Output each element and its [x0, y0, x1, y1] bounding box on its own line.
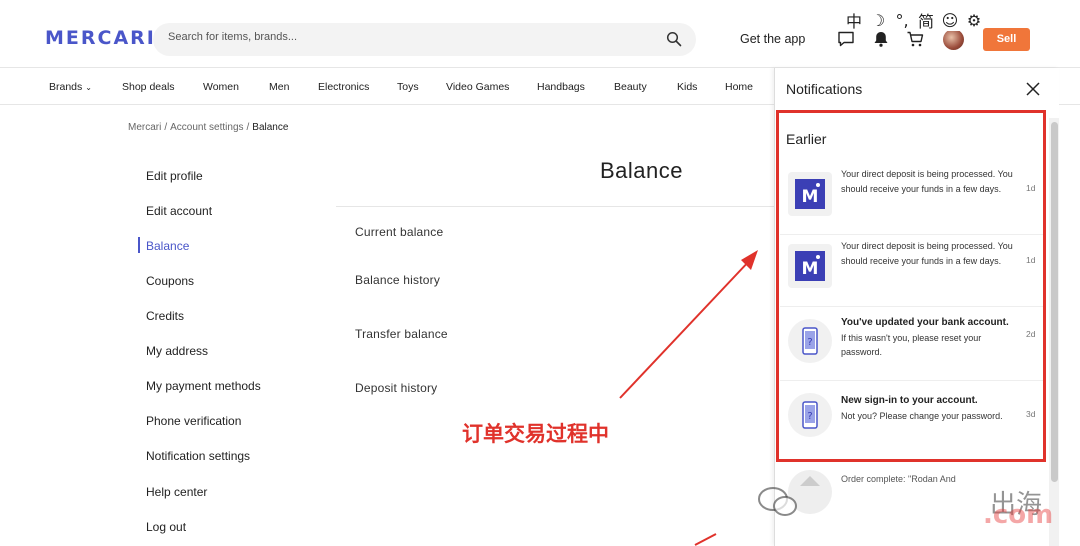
section-earlier: Earlier [786, 131, 827, 147]
category-toys[interactable]: Toys [397, 81, 419, 93]
moon-icon[interactable]: ☽ [869, 11, 887, 30]
scrollbar[interactable] [1049, 118, 1059, 546]
svg-text:M: M [802, 187, 819, 207]
mercari-logo-icon: M [788, 172, 832, 216]
sidebar-item-notification-settings[interactable]: Notification settings [146, 449, 250, 463]
row-current-balance[interactable]: Current balance [355, 225, 443, 239]
category-women[interactable]: Women [203, 81, 239, 93]
notification-item[interactable]: M Your direct deposit is being processed… [780, 235, 1045, 307]
gear-icon[interactable]: ⚙ [965, 11, 983, 30]
punctuation-toggle[interactable]: °, [893, 11, 911, 30]
category-handbags[interactable]: Handbags [537, 81, 585, 93]
scrollbar-thumb[interactable] [1051, 122, 1058, 482]
chevron-down-icon: ⌄ [85, 83, 92, 92]
phone-icon: ? [788, 393, 832, 437]
notification-body: If this wasn't you, please reset your pa… [841, 332, 982, 358]
notification-item[interactable]: ? New sign-in to your account. Not you? … [780, 381, 1045, 461]
svg-text:?: ? [807, 337, 812, 348]
svg-text:?: ? [807, 411, 812, 422]
sidebar-item-help-center[interactable]: Help center [146, 485, 207, 499]
divider [336, 206, 776, 207]
notification-item[interactable]: ? You've updated your bank account. If t… [780, 307, 1045, 381]
category-kids[interactable]: Kids [677, 81, 697, 93]
simplified-toggle[interactable]: 简 [917, 8, 935, 32]
category-electronics[interactable]: Electronics [318, 81, 369, 93]
notification-title: You've updated your bank account. [841, 317, 1009, 328]
sell-button[interactable]: Sell [983, 28, 1030, 51]
ime-chinese-toggle[interactable]: 中 [845, 8, 863, 32]
close-icon[interactable] [1025, 81, 1041, 97]
notification-content: New sign-in to your account. Not you? Pl… [841, 393, 1019, 423]
bell-icon[interactable] [872, 30, 890, 48]
active-indicator [138, 237, 140, 253]
sidebar-item-balance[interactable]: Balance [146, 239, 189, 253]
row-balance-history[interactable]: Balance history [355, 273, 440, 287]
breadcrumb-current: Balance [252, 122, 289, 133]
chat-icon[interactable] [837, 30, 855, 48]
row-deposit-history[interactable]: Deposit history [355, 381, 437, 395]
notification-item[interactable]: M Your direct deposit is being processed… [780, 163, 1045, 235]
sidebar-item-coupons[interactable]: Coupons [146, 274, 194, 288]
wechat-icon [758, 487, 797, 516]
annotation-arrow [619, 250, 758, 399]
phone-icon: ? [788, 319, 832, 363]
notification-content: You've updated your bank account. If thi… [841, 315, 1019, 360]
svg-text:M: M [802, 259, 819, 279]
category-video-games[interactable]: Video Games [446, 81, 509, 93]
notifications-title: Notifications [786, 81, 863, 97]
mercari-logo[interactable]: MERCARI [45, 27, 156, 49]
get-the-app-link[interactable]: Get the app [740, 32, 805, 46]
category-brands[interactable]: Brands ⌄ [49, 81, 92, 93]
search-bar[interactable] [153, 23, 696, 56]
breadcrumb: Mercari / Account settings / Balance [128, 122, 289, 133]
row-transfer-balance[interactable]: Transfer balance [355, 327, 448, 341]
breadcrumb-account-settings[interactable]: Account settings [170, 122, 243, 133]
watermark-site: .com [983, 500, 1054, 530]
cart-icon[interactable] [906, 30, 924, 48]
category-beauty[interactable]: Beauty [614, 81, 647, 93]
search-input[interactable] [168, 31, 648, 43]
category-men[interactable]: Men [269, 81, 289, 93]
emoji-icon[interactable]: ☺ [941, 11, 959, 30]
user-avatar[interactable] [943, 29, 964, 50]
sidebar-item-my-address[interactable]: My address [146, 344, 208, 358]
mercari-logo-icon: M [788, 244, 832, 288]
sidebar-item-edit-profile[interactable]: Edit profile [146, 169, 203, 183]
annotation-arrow-partial [694, 533, 717, 546]
sidebar-item-phone-verification[interactable]: Phone verification [146, 414, 241, 428]
ime-toolbar: 中 ☽ °, 简 ☺ ⚙ [845, 9, 983, 31]
page-title: Balance [600, 158, 684, 183]
notifications-panel: Notifications Earlier M Your direct depo… [774, 68, 1059, 546]
search-icon[interactable] [666, 31, 682, 47]
sidebar-item-log-out[interactable]: Log out [146, 520, 186, 534]
sidebar-item-edit-account[interactable]: Edit account [146, 204, 212, 218]
notification-age: 1d [1026, 183, 1036, 193]
notification-title: New sign-in to your account. [841, 395, 978, 406]
notification-body: Your direct deposit is being processed. … [841, 241, 1013, 266]
annotation-label: 订单交易过程中 [462, 422, 609, 446]
sidebar-item-payment-methods[interactable]: My payment methods [146, 379, 261, 393]
category-home[interactable]: Home [725, 81, 753, 93]
breadcrumb-home[interactable]: Mercari [128, 122, 161, 133]
notification-body: Your direct deposit is being processed. … [841, 169, 1013, 194]
notification-age: 3d [1026, 409, 1036, 419]
category-shop-deals[interactable]: Shop deals [122, 81, 175, 93]
notification-body: Not you? Please change your password. [841, 410, 1003, 421]
notification-age: 1d [1026, 255, 1036, 265]
sidebar-item-credits[interactable]: Credits [146, 309, 184, 323]
notification-age: 2d [1026, 329, 1036, 339]
